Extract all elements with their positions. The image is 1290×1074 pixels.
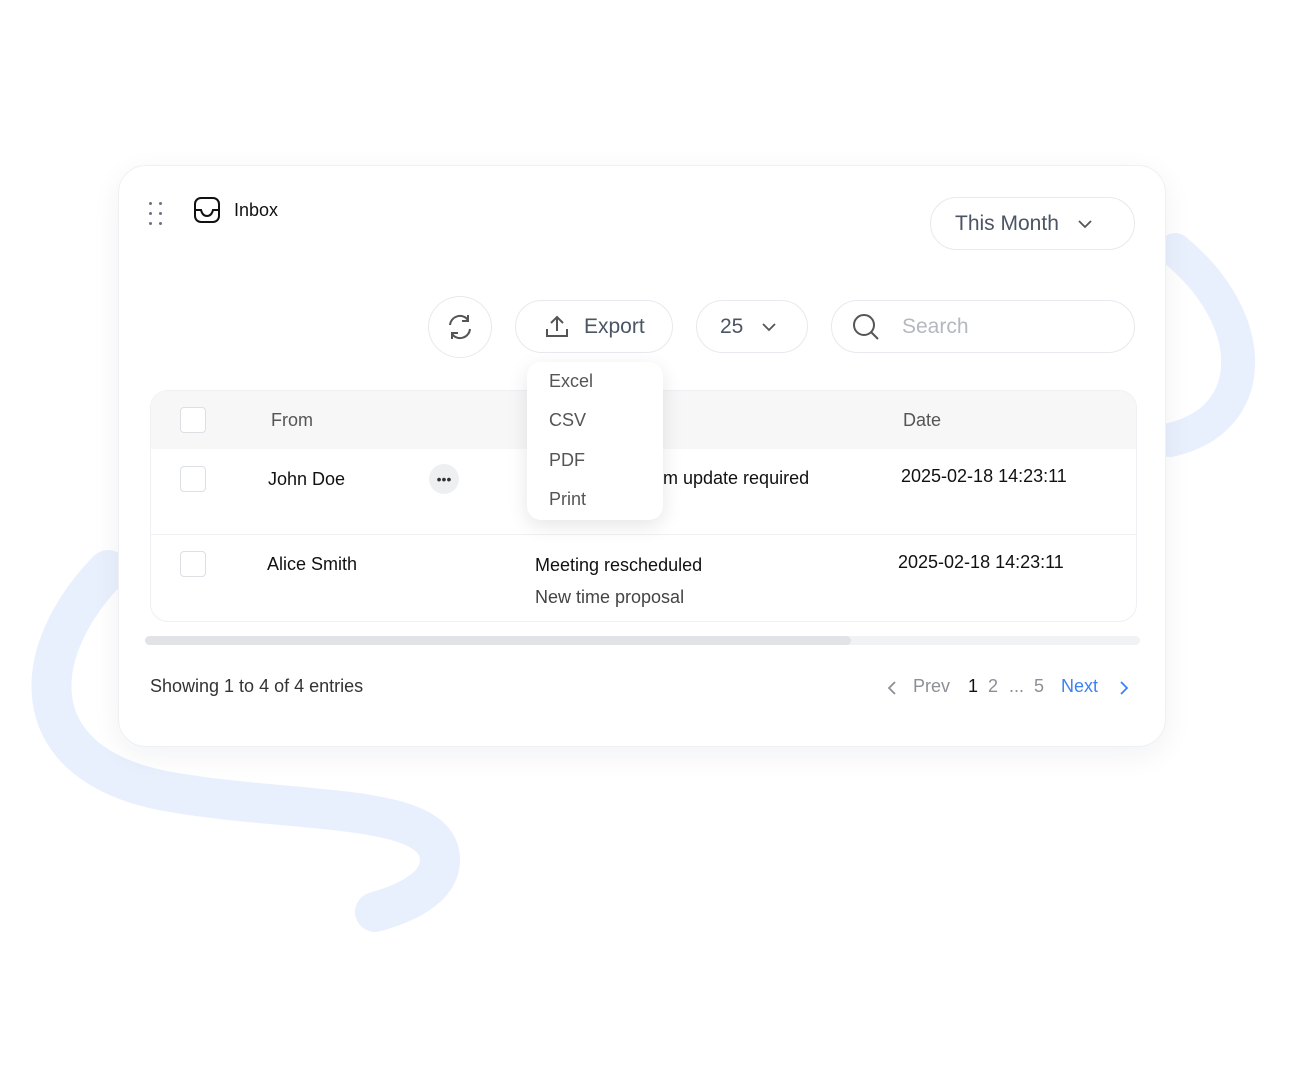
select-all-checkbox[interactable] — [180, 407, 206, 433]
export-option-print[interactable]: Print — [549, 489, 586, 510]
per-page-value: 25 — [720, 314, 744, 338]
page-title: Inbox — [234, 200, 279, 220]
page-5[interactable]: 5 — [1034, 676, 1044, 697]
next-page-button[interactable]: Next — [1061, 676, 1098, 697]
more-icon[interactable]: ••• — [429, 464, 459, 494]
row-checkbox[interactable] — [180, 466, 206, 492]
row-from: Alice Smith — [267, 554, 358, 574]
search-box[interactable] — [831, 300, 1135, 353]
prev-page-button[interactable]: Prev — [913, 676, 950, 697]
export-dropdown-menu: Excel CSV PDF Print — [527, 362, 663, 520]
inbox-card: Inbox This Month Export 25 Fro — [118, 165, 1166, 747]
horizontal-scrollbar[interactable] — [145, 636, 1140, 645]
export-button[interactable]: Export — [515, 300, 673, 353]
page-1[interactable]: 1 — [968, 676, 978, 697]
refresh-button[interactable] — [428, 296, 492, 358]
drag-handle-icon[interactable] — [147, 202, 167, 228]
export-label: Export — [584, 314, 645, 338]
row-date: 2025-02-18 14:23:11 — [898, 552, 1064, 572]
chevron-down-icon — [1078, 219, 1092, 228]
page-2[interactable]: 2 — [988, 676, 998, 697]
column-header-from: From — [271, 410, 313, 430]
upload-icon — [546, 315, 568, 337]
column-header-date: Date — [903, 410, 942, 430]
export-option-excel[interactable]: Excel — [549, 371, 593, 392]
row-from: John Doe — [268, 469, 346, 489]
chevron-down-icon — [762, 322, 776, 331]
export-option-csv[interactable]: CSV — [549, 410, 586, 431]
inbox-icon — [194, 197, 220, 223]
search-icon — [853, 313, 879, 340]
row-checkbox[interactable] — [180, 551, 206, 577]
chevron-left-icon[interactable] — [886, 680, 898, 696]
chevron-right-icon[interactable] — [1118, 680, 1130, 696]
row-date: 2025-02-18 14:23:11 — [901, 466, 1067, 486]
row-preview: New time proposal — [535, 587, 685, 607]
search-input[interactable] — [900, 313, 1104, 340]
row-subject: m update required — [663, 468, 810, 488]
page-ellipsis: ... — [1009, 676, 1025, 696]
row-subject: Meeting rescheduled — [535, 555, 703, 575]
period-select[interactable]: This Month — [930, 197, 1135, 250]
export-option-pdf[interactable]: PDF — [549, 450, 585, 471]
table-row[interactable]: Alice Smith Meeting rescheduled New time… — [151, 535, 1136, 621]
scrollbar-thumb[interactable] — [145, 636, 852, 645]
entries-summary: Showing 1 to 4 of 4 entries — [150, 676, 364, 696]
per-page-select[interactable]: 25 — [696, 300, 808, 353]
refresh-icon — [449, 314, 471, 340]
period-select-label: This Month — [955, 211, 1059, 235]
